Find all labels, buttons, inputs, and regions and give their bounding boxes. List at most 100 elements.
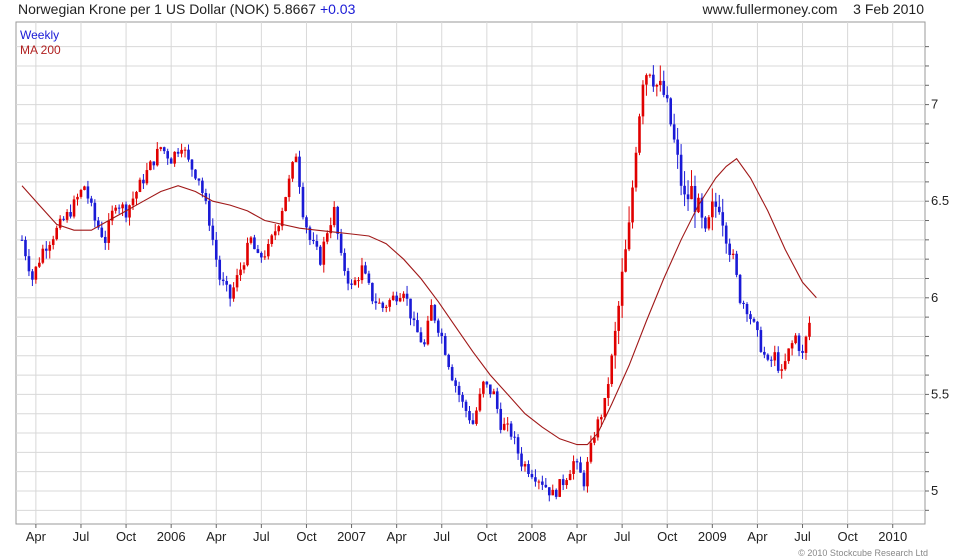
candle-body	[724, 225, 728, 244]
x-tick-label: Apr	[747, 529, 768, 544]
candle-body	[339, 233, 343, 253]
candle-body	[249, 237, 253, 243]
candle-body	[523, 464, 527, 467]
candle-body	[149, 161, 152, 171]
candle-body	[273, 231, 277, 236]
candle-body	[638, 116, 641, 153]
candle-body	[384, 306, 388, 308]
candle-body	[83, 186, 86, 190]
candle-body	[516, 437, 520, 454]
candle-body	[69, 212, 72, 217]
candle-body	[561, 479, 565, 486]
x-tick-label: Jul	[253, 529, 270, 544]
candle-body	[589, 442, 593, 462]
candle-body	[162, 147, 166, 152]
candle-body	[738, 274, 742, 303]
candle-body	[652, 74, 655, 87]
candle-body	[610, 355, 614, 385]
candle-body	[669, 98, 673, 125]
candle-body	[398, 298, 402, 302]
candle-body	[547, 487, 551, 496]
candle-body	[690, 185, 693, 200]
candle-body	[763, 351, 766, 355]
candle-body	[731, 253, 735, 255]
candle-body	[686, 194, 690, 200]
candle-body	[76, 196, 79, 200]
candle-body	[648, 74, 652, 76]
candle-body	[391, 295, 395, 301]
candle-body	[475, 410, 478, 424]
candle-body	[312, 239, 315, 242]
candle-body	[426, 320, 430, 345]
candle-body	[173, 151, 176, 164]
candle-body	[558, 479, 561, 497]
candle-body	[436, 320, 440, 333]
candle-body	[620, 271, 624, 306]
candle-body	[228, 284, 232, 299]
candle-body	[24, 239, 27, 257]
candle-body	[138, 179, 142, 192]
candle-body	[79, 189, 83, 197]
candle-body	[520, 453, 523, 467]
candle-body	[367, 273, 371, 283]
candle-body	[180, 149, 183, 154]
candle-body	[107, 220, 111, 243]
candle-body	[495, 391, 499, 409]
candle-body	[575, 461, 579, 463]
x-tick-label: 2008	[517, 529, 546, 544]
x-tick-label: Jul	[433, 529, 450, 544]
candle-body	[454, 380, 457, 386]
candle-body	[679, 154, 683, 186]
candle-body	[780, 369, 784, 371]
candle-body	[197, 178, 201, 181]
x-tick-label: Oct	[116, 529, 137, 544]
x-tick-label: Jul	[794, 529, 811, 544]
candle-body	[287, 178, 291, 198]
candle-body	[627, 222, 631, 250]
candle-body	[31, 271, 34, 280]
candle-body	[471, 420, 475, 424]
candle-body	[586, 461, 589, 487]
x-tick-label: 2006	[157, 529, 186, 544]
candle-body	[218, 259, 222, 280]
candle-body	[169, 158, 173, 164]
candle-body	[346, 271, 350, 284]
candle-body	[613, 330, 617, 356]
candle-body	[90, 198, 93, 203]
x-tick-label: Oct	[477, 529, 498, 544]
candle-body	[214, 239, 218, 260]
x-tick-label: 2009	[698, 529, 727, 544]
x-tick-label: Apr	[26, 529, 47, 544]
candle-body	[27, 256, 31, 272]
candle-body	[790, 343, 794, 349]
candle-body	[211, 225, 215, 240]
candle-body	[55, 227, 58, 240]
candle-body	[489, 384, 492, 395]
candle-body	[221, 279, 225, 282]
candle-body	[325, 233, 329, 242]
candle-body	[190, 159, 194, 170]
candle-body	[773, 352, 777, 361]
x-tick-label: Jul	[73, 529, 90, 544]
candle-body	[159, 147, 163, 149]
candle-body	[482, 381, 485, 394]
legend-ma200: MA 200	[20, 43, 61, 57]
candle-body	[721, 212, 725, 226]
candle-body	[34, 266, 38, 280]
x-tick-label: Apr	[387, 529, 408, 544]
candle-body	[117, 207, 121, 209]
candle-body	[676, 139, 679, 155]
candle-body	[301, 186, 305, 218]
candle-body	[645, 75, 648, 85]
candle-body	[509, 423, 513, 437]
candle-body	[145, 170, 149, 184]
candle-body	[256, 249, 260, 253]
candle-body	[291, 161, 294, 179]
candle-body	[749, 314, 752, 320]
candle-body	[735, 253, 738, 275]
candle-body	[166, 151, 169, 159]
candle-body	[544, 484, 548, 488]
candle-body	[412, 318, 416, 321]
x-tick-label: Jul	[614, 529, 631, 544]
candle-body	[246, 242, 249, 266]
